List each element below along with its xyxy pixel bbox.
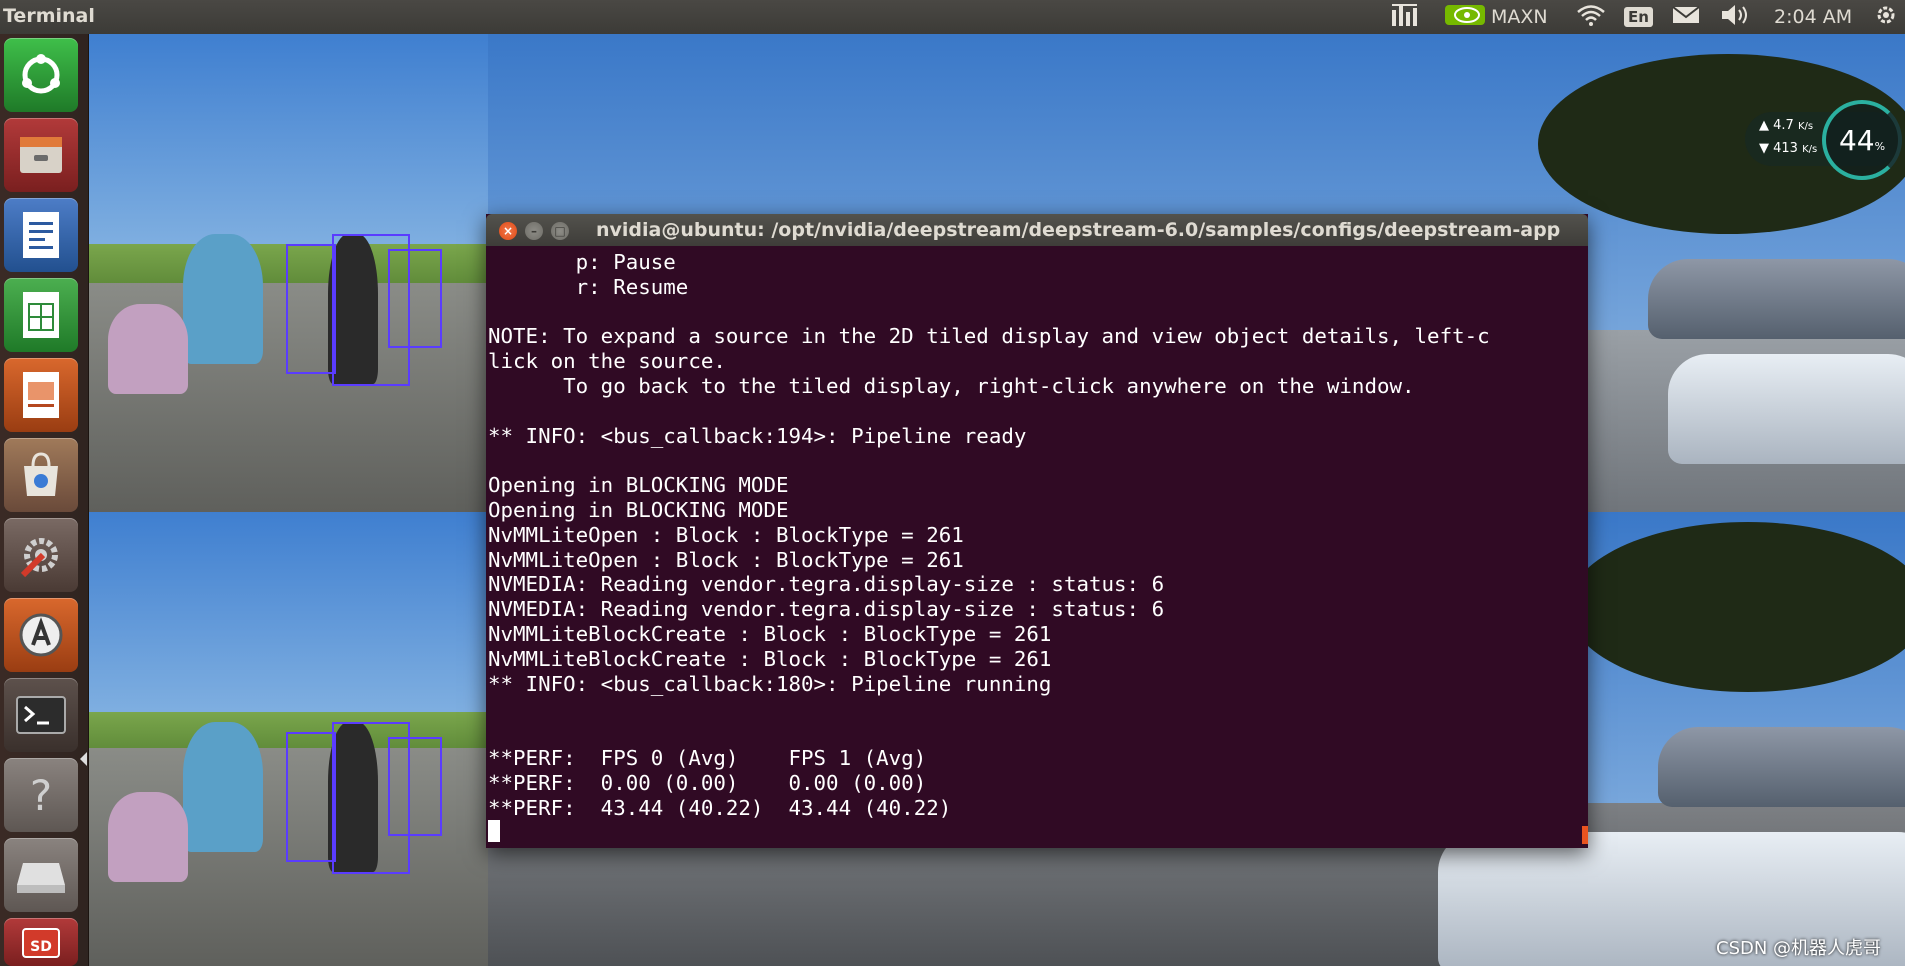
detection-box [286,244,336,374]
terminal-line: **PERF: 0.00 (0.00) 0.00 (0.00) [488,770,927,795]
keyboard-layout-indicator[interactable]: En [1624,0,1653,34]
keyboard-layout-icon: En [1624,7,1653,27]
sound-indicator[interactable] [1720,0,1752,34]
clock-indicator[interactable]: 2:04 AM [1774,0,1852,34]
ubuntu-dash-icon[interactable] [4,38,78,112]
close-icon: × [502,224,514,238]
terminal-line: Opening in BLOCKING MODE [488,497,789,522]
app-title: Terminal [3,5,95,27]
terminal-line: NvMMLiteOpen : Block : BlockType = 261 [488,547,964,572]
jtop-stats-indicator[interactable] [1390,0,1424,34]
detection-box [388,737,442,836]
download-speed: ▼ 413 K/s [1759,141,1818,156]
clock: 2:04 AM [1774,6,1853,28]
terminal-line: ** INFO: <bus_callback:180>: Pipeline ru… [488,671,1052,696]
sd-card-icon[interactable]: SD [4,918,78,966]
terminal-icon[interactable] [4,678,78,752]
terminal-line: **PERF: FPS 0 (Avg) FPS 1 (Avg) [488,745,927,770]
terminal-line: NvMMLiteOpen : Block : BlockType = 261 [488,522,964,547]
drive-icon[interactable] [4,838,78,912]
help-icon[interactable]: ? [4,758,78,832]
libreoffice-calc-icon[interactable] [4,278,78,352]
software-updater-icon[interactable] [4,598,78,672]
terminal-line: NVMEDIA: Reading vendor.tegra.display-si… [488,597,1165,622]
power-mode-indicator[interactable]: MAXN [1445,0,1548,34]
gear-icon [1873,2,1899,33]
detection-box [286,732,336,862]
libreoffice-writer-icon[interactable] [4,198,78,272]
close-button[interactable]: × [499,222,517,240]
video-tile-1[interactable] [88,34,488,512]
terminal-line: To go back to the tiled display, right-c… [488,373,1415,398]
terminal-window[interactable]: × – □ nvidia@ubuntu: /opt/nvidia/deepstr… [486,214,1588,848]
messaging-indicator[interactable] [1672,0,1700,34]
power-mode-label: MAXN [1491,6,1548,28]
volume-icon [1720,3,1752,32]
nvidia-icon [1445,3,1485,32]
terminal-line: NvMMLiteBlockCreate : Block : BlockType … [488,646,1052,671]
terminal-title: nvidia@ubuntu: /opt/nvidia/deepstream/de… [596,219,1561,241]
system-settings-icon[interactable] [4,518,78,592]
detection-box [388,249,442,348]
cpu-usage-unit: % [1874,139,1886,153]
terminal-line: NvMMLiteBlockCreate : Block : BlockType … [488,621,1052,646]
software-center-icon[interactable] [4,438,78,512]
terminal-line: NVMEDIA: Reading vendor.tegra.display-si… [488,572,1165,597]
minimize-icon: – [531,224,537,238]
terminal-titlebar[interactable]: × – □ nvidia@ubuntu: /opt/nvidia/deepstr… [486,214,1588,246]
cpu-usage-gauge[interactable]: 44% [1822,100,1902,180]
wifi-icon [1576,3,1606,32]
upload-speed: ▲ 4.7 K/s [1759,118,1814,133]
terminal-line: ** INFO: <bus_callback:194>: Pipeline re… [488,423,1027,448]
terminal-line: NOTE: To expand a source in the 2D tiled… [488,324,1490,349]
wifi-indicator[interactable] [1576,0,1606,34]
active-app-indicator [80,752,87,766]
terminal-scrollbar[interactable] [1582,826,1588,844]
svg-text:?: ? [30,771,52,820]
libreoffice-impress-icon[interactable] [4,358,78,432]
maximize-icon: □ [554,224,566,238]
maximize-button[interactable]: □ [551,222,569,240]
terminal-line: lick on the source. [488,349,726,374]
cpu-usage-value: 44 [1838,123,1875,157]
terminal-output[interactable]: p: Pause r: Resume NOTE: To expand a sour… [488,250,1582,846]
terminal-line: r: Resume [488,274,689,299]
files-icon[interactable] [4,118,78,192]
text-cursor [488,820,500,843]
top-panel: Terminal MAXN En 2:04 AM [0,0,1905,34]
video-tile-3[interactable] [88,512,488,966]
session-indicator[interactable] [1873,0,1899,34]
svg-text:SD: SD [30,939,52,955]
minimize-button[interactable]: – [525,222,543,240]
terminal-prompt-line [488,820,1582,845]
watermark: CSDN @机器人虎哥 [1716,938,1882,959]
terminal-line: Opening in BLOCKING MODE [488,473,789,498]
mail-icon [1672,5,1700,30]
jtop-stats-icon [1390,2,1424,33]
launcher: ? SD [0,34,89,966]
terminal-line: p: Pause [488,250,676,274]
terminal-line: **PERF: 43.44 (40.22) 43.44 (40.22) [488,795,952,820]
